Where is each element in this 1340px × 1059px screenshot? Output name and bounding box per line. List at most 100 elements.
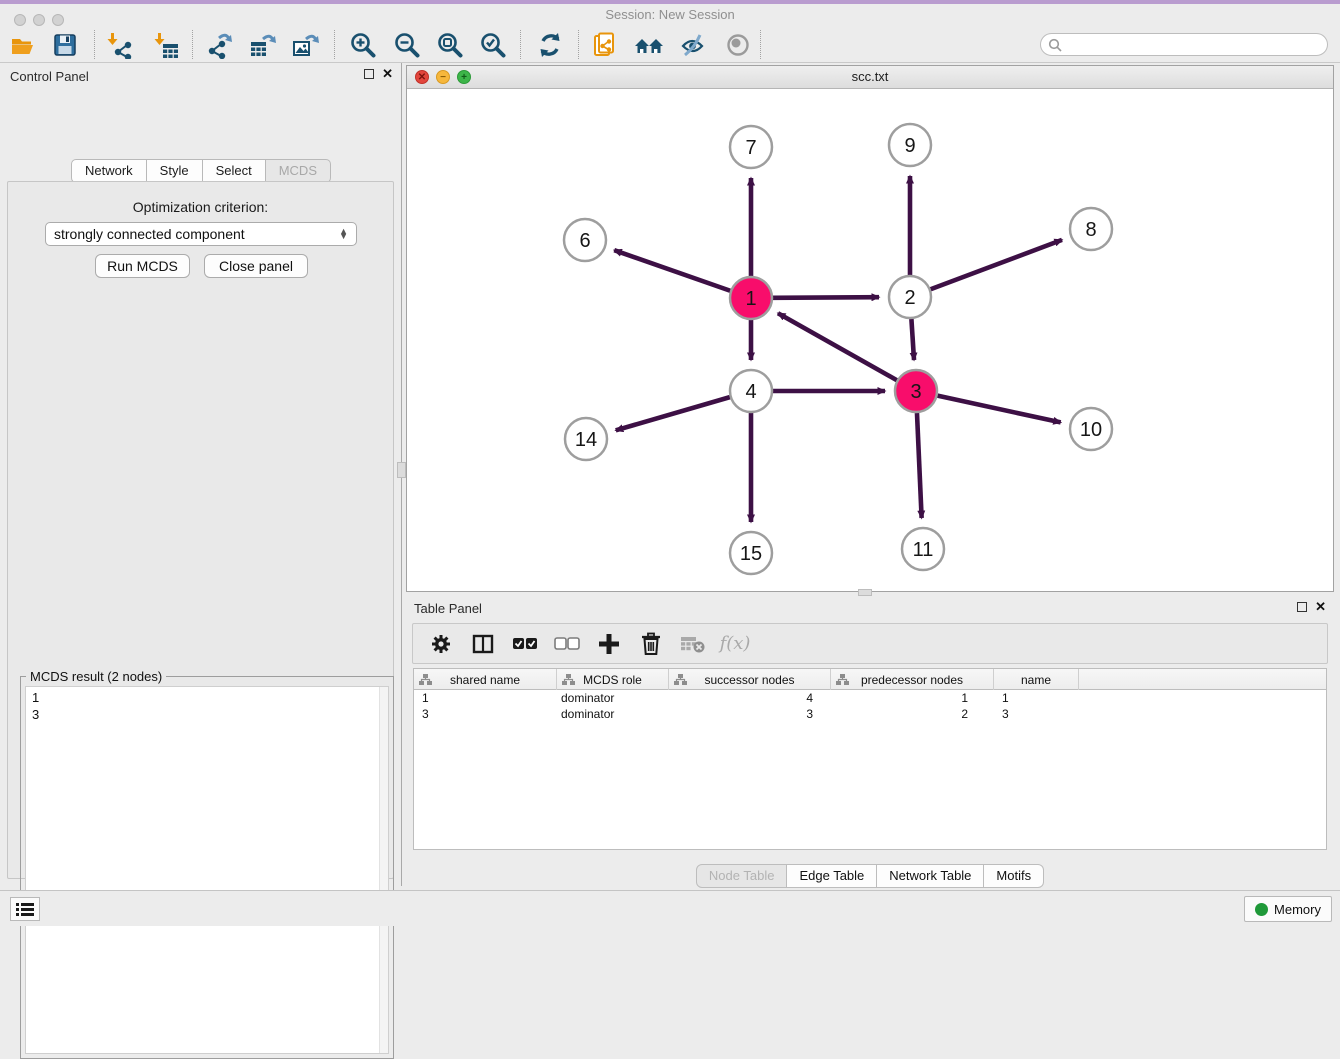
svg-text:7: 7	[745, 137, 756, 159]
graph-node-9[interactable]: 9	[889, 124, 931, 166]
table-header-row: shared nameMCDS rolesuccessor nodesprede…	[414, 669, 1326, 690]
column-header-MCDS-role[interactable]: MCDS role	[557, 669, 669, 690]
export-table-icon[interactable]	[246, 28, 280, 62]
graph-node-10[interactable]: 10	[1070, 408, 1112, 450]
close-panel-icon[interactable]: ✕	[382, 69, 393, 79]
graph-node-7[interactable]: 7	[730, 126, 772, 168]
show-all-icon[interactable]	[721, 28, 755, 62]
zoom-out-icon[interactable]	[390, 28, 424, 62]
table-row[interactable]: 1dominator411	[414, 690, 1326, 706]
mcds-result-area[interactable]: 1 3	[25, 686, 389, 1054]
zoom-window-icon[interactable]	[52, 14, 64, 26]
network-canvas[interactable]: 7 9 6 8 1 2 4 3 14 10 15 11	[407, 89, 1333, 591]
table-row[interactable]: 3dominator323	[414, 706, 1326, 722]
delete-column-icon[interactable]	[637, 630, 665, 658]
graph-node-15[interactable]: 15	[730, 532, 772, 574]
tab-edge-table[interactable]: Edge Table	[787, 864, 877, 888]
maximize-view-icon[interactable]: +	[457, 70, 471, 84]
edge-3-10[interactable]	[937, 396, 1060, 423]
graph-node-11[interactable]: 11	[902, 528, 944, 570]
edge-1-2[interactable]	[773, 297, 879, 298]
criterion-select[interactable]: strongly connected component ▲▼	[45, 222, 357, 246]
export-image-icon[interactable]	[289, 28, 323, 62]
table-cell[interactable]: 1	[831, 690, 994, 706]
table-cell[interactable]: dominator	[557, 706, 669, 722]
deselect-all-icon[interactable]	[553, 630, 581, 658]
float-panel-icon[interactable]	[364, 69, 374, 79]
minimize-window-icon[interactable]	[33, 14, 45, 26]
edge-2-8[interactable]	[931, 240, 1062, 289]
column-header-shared-name[interactable]: shared name	[414, 669, 557, 690]
close-window-icon[interactable]	[14, 14, 26, 26]
svg-text:10: 10	[1080, 419, 1102, 441]
table-cell[interactable]: 1	[414, 690, 557, 706]
close-table-panel-icon[interactable]: ✕	[1315, 602, 1326, 612]
memory-button[interactable]: Memory	[1244, 896, 1332, 922]
edge-3-1[interactable]	[778, 313, 897, 380]
save-session-icon[interactable]	[48, 28, 82, 62]
graph-node-8[interactable]: 8	[1070, 208, 1112, 250]
edge-2-3[interactable]	[911, 319, 914, 360]
graph-node-3[interactable]: 3	[895, 370, 937, 412]
table-settings-icon[interactable]	[427, 630, 455, 658]
run-mcds-button[interactable]: Run MCDS	[95, 254, 190, 278]
add-column-icon[interactable]	[595, 630, 623, 658]
table-cell[interactable]: 3	[994, 706, 1079, 722]
table-body: 1dominator4113dominator323	[414, 690, 1326, 722]
import-table-icon[interactable]	[149, 28, 183, 62]
close-view-icon[interactable]: ✕	[415, 70, 429, 84]
close-panel-button[interactable]: Close panel	[204, 254, 308, 278]
table-cell[interactable]: 1	[994, 690, 1079, 706]
titlebar: Session: New Session	[0, 4, 1340, 26]
tab-network-table[interactable]: Network Table	[877, 864, 984, 888]
toggle-panel-icon[interactable]	[469, 630, 497, 658]
graph-node-6[interactable]: 6	[564, 219, 606, 261]
tab-network[interactable]: Network	[71, 159, 147, 183]
table-cell[interactable]: 2	[831, 706, 994, 722]
tab-mcds[interactable]: MCDS	[266, 159, 331, 183]
first-neighbors-icon[interactable]	[632, 28, 666, 62]
table-cell[interactable]: dominator	[557, 690, 669, 706]
edge-3-11[interactable]	[917, 413, 922, 518]
column-header-name[interactable]: name	[994, 669, 1079, 690]
clone-network-icon[interactable]	[589, 28, 623, 62]
graph-node-4[interactable]: 4	[730, 370, 772, 412]
apply-layout-icon[interactable]	[533, 28, 567, 62]
task-history-button[interactable]	[10, 897, 40, 921]
horizontal-splitter-handle[interactable]	[858, 589, 872, 596]
zoom-in-icon[interactable]	[346, 28, 380, 62]
tab-style[interactable]: Style	[147, 159, 203, 183]
zoom-fit-icon[interactable]	[433, 28, 467, 62]
column-header-predecessor-nodes[interactable]: predecessor nodes	[831, 669, 994, 690]
vertical-splitter-handle[interactable]	[397, 462, 406, 478]
edge-1-6[interactable]	[614, 250, 730, 291]
toolbar-separator	[760, 30, 761, 59]
import-network-icon[interactable]	[102, 28, 136, 62]
graph-node-1[interactable]: 1	[730, 277, 772, 319]
export-network-icon[interactable]	[202, 28, 236, 62]
search-input-wrapper[interactable]	[1040, 33, 1328, 56]
destroy-table-icon[interactable]	[679, 630, 707, 658]
zoom-selected-icon[interactable]	[476, 28, 510, 62]
result-scrollbar[interactable]	[379, 687, 388, 1053]
search-input[interactable]	[1062, 38, 1327, 52]
open-file-icon[interactable]	[6, 28, 40, 62]
graph-node-14[interactable]: 14	[565, 418, 607, 460]
svg-text:2: 2	[904, 287, 915, 309]
minimize-view-icon[interactable]: −	[436, 70, 450, 84]
tab-select[interactable]: Select	[203, 159, 266, 183]
tab-motifs[interactable]: Motifs	[984, 864, 1044, 888]
edge-4-14[interactable]	[616, 397, 730, 430]
float-table-panel-icon[interactable]	[1297, 602, 1307, 612]
graph-node-2[interactable]: 2	[889, 276, 931, 318]
network-title: scc.txt	[407, 66, 1333, 88]
svg-text:1: 1	[745, 288, 756, 310]
table-cell[interactable]: 3	[669, 706, 831, 722]
table-cell[interactable]: 4	[669, 690, 831, 706]
network-window-titlebar[interactable]: ✕ − + scc.txt	[407, 66, 1333, 89]
column-header-successor-nodes[interactable]: successor nodes	[669, 669, 831, 690]
select-all-icon[interactable]	[511, 630, 539, 658]
tab-node-table[interactable]: Node Table	[696, 864, 788, 888]
hide-selected-icon[interactable]	[676, 28, 710, 62]
table-cell[interactable]: 3	[414, 706, 557, 722]
